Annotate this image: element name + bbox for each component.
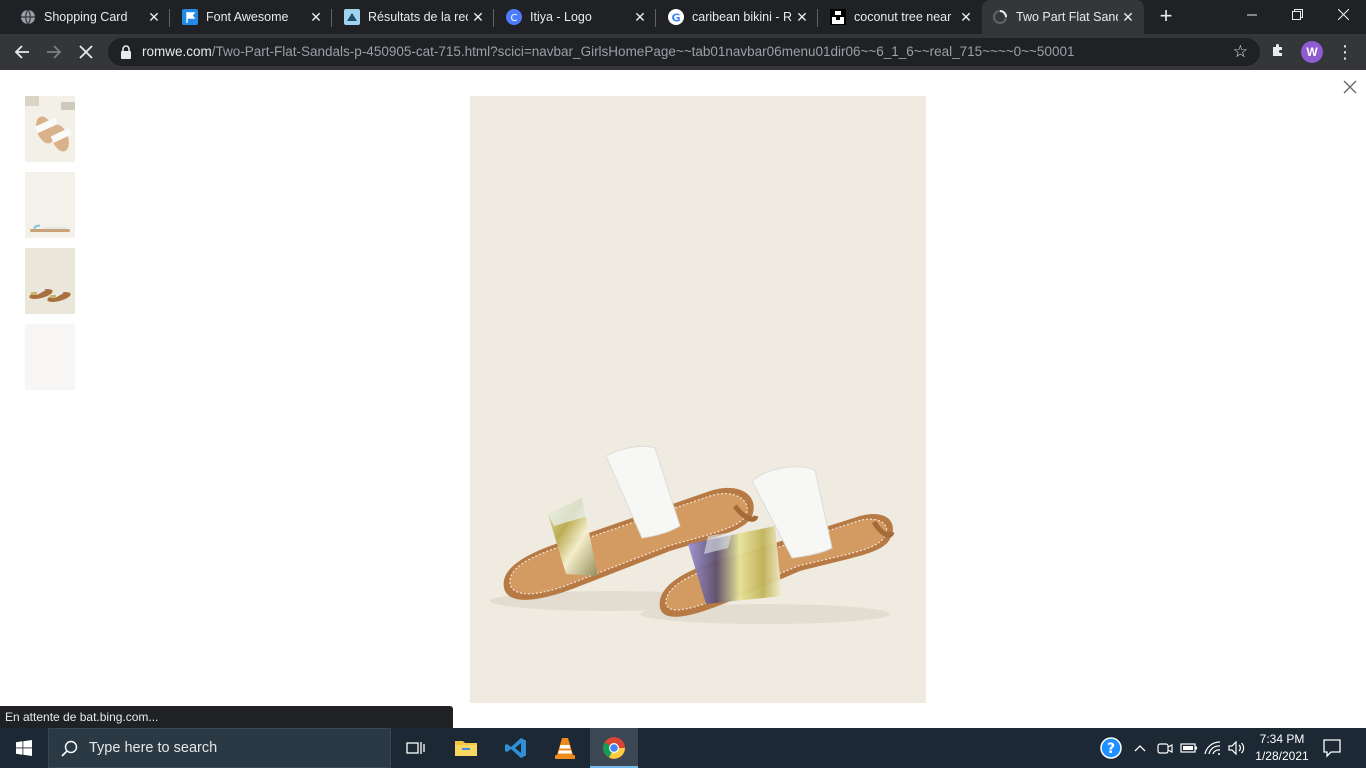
google-icon: G <box>668 9 684 25</box>
bookmark-star-icon[interactable]: ☆ <box>1233 42 1248 62</box>
profile-avatar[interactable]: W <box>1301 41 1323 63</box>
task-view-icon <box>406 742 425 754</box>
close-tab-icon[interactable]: ✕ <box>306 9 326 26</box>
minimize-icon <box>1247 14 1257 16</box>
menu-kebab-icon[interactable]: ⋮ <box>1336 40 1354 64</box>
taskbar-search[interactable]: Type here to search <box>48 728 391 768</box>
help-icon[interactable]: ? <box>1098 728 1124 768</box>
tab-strip: Shopping Card ✕ Font Awesome ✕ Résultats… <box>0 0 1366 34</box>
vlc-button[interactable] <box>541 728 589 768</box>
tab-title: coconut tree near <box>854 10 952 24</box>
restore-button[interactable] <box>1274 0 1320 30</box>
sandal-pair-thumbnail-image <box>25 248 75 314</box>
search-results-icon <box>344 9 360 25</box>
close-tab-icon[interactable]: ✕ <box>630 9 650 26</box>
svg-text:G: G <box>671 12 680 25</box>
close-tab-icon[interactable]: ✕ <box>144 9 164 26</box>
close-tab-icon[interactable]: ✕ <box>1118 9 1138 26</box>
sandal-side-thumbnail-image <box>25 172 75 238</box>
two-part-flat-sandals-image <box>470 96 926 703</box>
tab-title: Shopping Card <box>44 10 128 24</box>
flag-icon <box>182 9 198 25</box>
tab-itiya-logo[interactable]: C Itiya - Logo ✕ <box>486 0 656 34</box>
tab-title: Font Awesome <box>206 10 289 24</box>
svg-text:?: ? <box>1107 741 1115 757</box>
url-path: /Two-Part-Flat-Sandals-p-450905-cat-715.… <box>211 44 1075 59</box>
close-tab-icon[interactable]: ✕ <box>792 9 812 26</box>
thumbnail-4[interactable] <box>25 324 75 390</box>
close-window-button[interactable] <box>1320 0 1366 30</box>
forward-button[interactable] <box>40 38 68 66</box>
lock-icon[interactable] <box>120 45 132 59</box>
url-text[interactable]: romwe.com/Two-Part-Flat-Sandals-p-450905… <box>142 44 1074 59</box>
tab-coconut-tree[interactable]: coconut tree near ✕ <box>810 0 982 34</box>
puzzle-icon <box>1273 44 1282 56</box>
extensions-button[interactable] <box>1270 42 1286 63</box>
tab-caribean-bikini[interactable]: G caribean bikini - Re ✕ <box>648 0 818 34</box>
restore-icon <box>1291 9 1303 20</box>
close-icon <box>1337 8 1349 21</box>
minimize-button[interactable] <box>1229 0 1275 30</box>
chrome-button[interactable] <box>590 728 638 768</box>
stop-icon <box>79 45 93 59</box>
tab-two-part-flat-sandals[interactable]: Two Part Flat Sand ✕ <box>982 0 1144 34</box>
clock-date: 1/28/2021 <box>1255 749 1309 763</box>
show-hidden-icons-chevron-icon[interactable] <box>1130 728 1150 768</box>
thumbnail-2[interactable] <box>25 172 75 238</box>
windows-taskbar: Type here to search ? 7:34 PM 1/28/2021 <box>0 728 1366 768</box>
tab-title: Itiya - Logo <box>530 10 592 24</box>
notification-icon <box>1323 739 1341 758</box>
notification-center-button[interactable] <box>1322 738 1342 763</box>
main-product-image <box>470 96 926 703</box>
sandal-thumbnail-image <box>25 96 75 162</box>
system-clock[interactable]: 7:34 PM 1/28/2021 <box>1250 731 1314 765</box>
task-view-button[interactable] <box>392 728 440 768</box>
wifi-icon[interactable] <box>1202 728 1224 768</box>
tab-font-awesome[interactable]: Font Awesome ✕ <box>162 0 332 34</box>
folder-icon <box>455 741 477 756</box>
chrome-icon <box>603 737 625 759</box>
vscode-button[interactable] <box>492 728 540 768</box>
thumbnail-1[interactable] <box>25 96 75 162</box>
volume-icon[interactable] <box>1226 728 1248 768</box>
battery-icon[interactable] <box>1178 728 1200 768</box>
url-host: romwe.com <box>142 44 212 59</box>
tab-resultats[interactable]: Résultats de la rech ✕ <box>324 0 494 34</box>
back-button[interactable] <box>8 38 36 66</box>
thumbnail-3[interactable] <box>25 248 75 314</box>
meet-now-icon[interactable] <box>1154 728 1176 768</box>
arrow-left-icon <box>14 45 29 59</box>
tab-shopping-card[interactable]: Shopping Card ✕ <box>0 0 170 34</box>
browser-toolbar: romwe.com/Two-Part-Flat-Sandals-p-450905… <box>0 34 1366 70</box>
close-tab-icon[interactable]: ✕ <box>956 9 976 26</box>
vlc-cone-icon <box>555 738 575 759</box>
stop-loading-button[interactable] <box>72 38 100 66</box>
tab-title: caribean bikini - Re <box>692 10 792 24</box>
tab-title: Two Part Flat Sand <box>1016 10 1118 24</box>
start-button[interactable] <box>0 728 48 768</box>
clock-time: 7:34 PM <box>1259 732 1305 746</box>
status-bar: En attente de bat.bing.com... <box>0 706 453 728</box>
canva-icon: C <box>506 9 522 25</box>
close-tab-icon[interactable]: ✕ <box>468 9 488 26</box>
search-icon <box>61 740 78 757</box>
search-placeholder: Type here to search <box>89 740 218 756</box>
svg-text:C: C <box>511 13 518 24</box>
windows-logo-icon <box>16 740 32 756</box>
product-image-viewer <box>0 70 1366 728</box>
new-tab-button[interactable]: + <box>1154 4 1178 28</box>
loading-icon <box>992 9 1008 25</box>
file-explorer-button[interactable] <box>442 728 490 768</box>
address-bar[interactable]: romwe.com/Two-Part-Flat-Sandals-p-450905… <box>108 38 1260 66</box>
globe-icon <box>20 9 36 25</box>
tab-title: Résultats de la rech <box>368 10 468 24</box>
arrow-right-icon <box>47 45 62 59</box>
close-viewer-icon[interactable] <box>1341 78 1359 96</box>
unsplash-icon <box>830 9 846 25</box>
vscode-icon <box>505 738 526 758</box>
